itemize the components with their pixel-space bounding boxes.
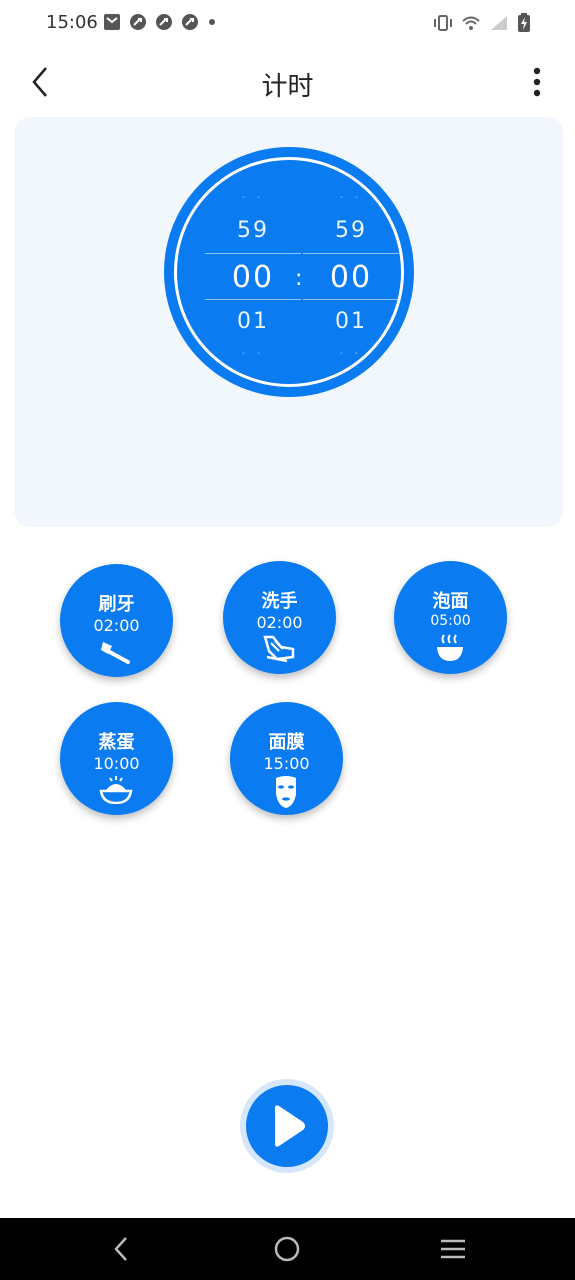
seconds-faded-top: - - xyxy=(339,192,363,203)
preset-face-mask-button[interactable]: 面膜 15:00 xyxy=(230,702,343,815)
app-icon xyxy=(130,14,146,30)
timer-panel: - - 59 00 01 - - : - - 59 00 01 - - xyxy=(14,117,563,527)
battery-charging-icon xyxy=(518,13,530,32)
nav-menu-icon xyxy=(441,1239,465,1259)
more-vertical-icon xyxy=(533,67,541,97)
preset-label: 面膜 xyxy=(268,732,305,753)
divider xyxy=(205,253,301,254)
app-icon xyxy=(156,14,172,30)
vibrate-icon xyxy=(434,15,452,31)
preset-time: 05:00 xyxy=(430,613,471,629)
screen: 15:06 计时 - - 59 00 01 - -: - - 59 00 01… xyxy=(0,0,575,1280)
signal-icon xyxy=(491,16,507,30)
minutes-picker[interactable]: - - 59 00 01 - - xyxy=(205,192,301,378)
preset-time: 15:00 xyxy=(263,754,310,773)
minutes-faded-bottom: - - xyxy=(241,348,265,359)
noodle-bowl-icon xyxy=(437,634,463,661)
minutes-current[interactable]: 00 xyxy=(205,260,301,295)
minutes-prev[interactable]: 59 xyxy=(205,218,301,243)
page-title: 计时 xyxy=(261,72,314,102)
seconds-faded-bottom: - - xyxy=(339,348,363,359)
play-button[interactable] xyxy=(246,1085,328,1167)
divider xyxy=(303,299,399,300)
play-button-halo xyxy=(240,1079,334,1173)
nav-back-button[interactable] xyxy=(104,1234,138,1264)
wifi-icon xyxy=(462,16,480,30)
header: 计时 xyxy=(0,56,575,108)
preset-time: 02:00 xyxy=(93,616,140,635)
play-icon xyxy=(275,1105,305,1147)
preset-brush-teeth-button[interactable]: 刷牙 02:00 xyxy=(60,564,173,677)
preset-instant-noodle-button[interactable]: 泡面 05:00 xyxy=(394,561,507,674)
seconds-current[interactable]: 00 xyxy=(303,260,399,295)
status-time: 15:06 xyxy=(46,12,98,33)
status-bar: 15:06 xyxy=(0,0,575,48)
seconds-prev[interactable]: 59 xyxy=(303,218,399,243)
toothbrush-icon xyxy=(101,642,130,664)
steamed-egg-icon xyxy=(99,776,133,804)
time-separator: : xyxy=(295,266,303,291)
more-button[interactable] xyxy=(519,62,555,102)
system-nav-bar xyxy=(0,1218,575,1280)
face-mask-icon xyxy=(276,776,296,808)
preset-label: 泡面 xyxy=(432,591,469,612)
nav-back-icon xyxy=(114,1237,127,1261)
nav-menu-button[interactable] xyxy=(436,1234,470,1264)
dial-ring: - - 59 00 01 - - : - - 59 00 01 - - xyxy=(174,157,404,387)
preset-steamed-egg-button[interactable]: 蒸蛋 10:00 xyxy=(60,702,173,815)
mail-icon xyxy=(104,14,120,30)
preset-label: 蒸蛋 xyxy=(98,732,135,753)
preset-label: 洗手 xyxy=(261,591,298,612)
nav-home-icon xyxy=(274,1236,300,1262)
dot-icon xyxy=(209,19,215,25)
preset-time: 02:00 xyxy=(256,613,303,632)
seconds-picker[interactable]: - - 59 00 01 - - xyxy=(303,192,399,378)
app-icon xyxy=(182,14,198,30)
status-left-icons xyxy=(103,13,217,31)
seconds-next[interactable]: 01 xyxy=(303,309,399,334)
status-right-icons xyxy=(433,13,531,33)
divider xyxy=(205,299,301,300)
minutes-next[interactable]: 01 xyxy=(205,309,301,334)
preset-time: 10:00 xyxy=(93,754,140,773)
hand-wash-icon xyxy=(263,635,295,663)
divider xyxy=(303,253,399,254)
preset-wash-hands-button[interactable]: 洗手 02:00 xyxy=(223,561,336,674)
nav-home-button[interactable] xyxy=(270,1234,304,1264)
preset-label: 刷牙 xyxy=(98,594,135,615)
minutes-faded-top: - - xyxy=(241,192,265,203)
timer-dial: - - 59 00 01 - - : - - 59 00 01 - - xyxy=(164,147,414,397)
